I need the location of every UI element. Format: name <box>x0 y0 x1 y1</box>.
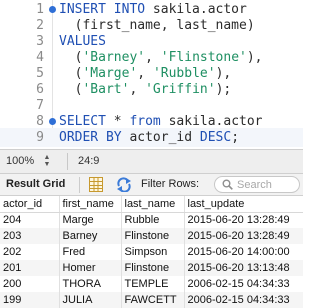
cell-first-name[interactable]: Fred <box>59 244 122 260</box>
cell-actor-id[interactable]: 203 <box>0 228 60 244</box>
zoom-level[interactable]: 100% <box>6 155 34 167</box>
sql-text: ( <box>59 66 83 81</box>
sql-keyword: VALUES <box>59 34 106 49</box>
cell-actor-id[interactable]: 201 <box>0 260 60 276</box>
search-icon <box>222 179 233 193</box>
sql-text: , <box>129 82 146 97</box>
cell-last-name[interactable]: TEMPLE <box>121 276 185 292</box>
cell-actor-id[interactable]: 199 <box>0 292 60 308</box>
table-row[interactable]: 204 Marge Rubble 2015-06-20 13:28:49 <box>0 212 303 228</box>
cell-last-name[interactable]: Rubble <box>121 212 185 228</box>
filter-search-box[interactable] <box>214 176 300 193</box>
cell-last-update[interactable]: 2006-02-15 04:34:33 <box>184 276 303 292</box>
cell-actor-id[interactable]: 202 <box>0 244 60 260</box>
sql-keyword: INSERT INTO <box>59 2 146 17</box>
sql-keyword: from <box>129 114 161 129</box>
sql-editor[interactable]: 1 INSERT INTO sakila.actor 2 (first_name, … <box>0 0 303 147</box>
cell-last-update[interactable]: 2006-02-15 04:34:33 <box>184 292 303 308</box>
statement-marker-icon <box>49 118 56 125</box>
cell-actor-id[interactable]: 200 <box>0 276 60 292</box>
cell-last-update[interactable]: 2015-06-20 13:13:48 <box>184 260 303 276</box>
sql-keyword: DESC <box>199 130 232 145</box>
sql-string: 'Griffin' <box>145 82 216 97</box>
editor-status-bar: 100% ▲ ▼ 24:9 <box>0 149 303 174</box>
result-toolbar: Result Grid Filter Rows: <box>0 174 303 196</box>
toolbar-divider <box>79 177 80 193</box>
sql-text: ); <box>215 82 232 97</box>
sql-string: 'Flinstone' <box>160 50 247 65</box>
column-header-last-name[interactable]: last_name <box>121 196 185 213</box>
sql-text: ( <box>59 50 83 65</box>
table-row[interactable]: 203 Barney Flinstone 2015-06-20 13:28:49 <box>0 228 303 244</box>
sql-text: (first_name, last_name) <box>59 18 255 33</box>
zoom-stepper-icon[interactable]: ▲ ▼ <box>43 154 51 168</box>
sql-text: , <box>137 66 153 81</box>
table-row[interactable]: 202 Fred Simpson 2015-06-20 14:00:00 <box>0 244 303 260</box>
cursor-position: 24:9 <box>78 155 100 167</box>
table-row[interactable]: 201 Homer Flinstone 2015-06-20 13:13:48 <box>0 260 303 276</box>
sql-string: 'Marge' <box>82 66 138 81</box>
cell-last-update[interactable]: 2015-06-20 14:00:00 <box>184 244 303 260</box>
cell-first-name[interactable]: Barney <box>59 228 122 244</box>
cell-first-name[interactable]: THORA <box>59 276 122 292</box>
column-header-first-name[interactable]: first_name <box>59 196 122 213</box>
sql-keyword: SELECT <box>59 114 106 129</box>
line-number: 9 <box>36 130 44 145</box>
column-header-actor-id[interactable]: actor_id <box>0 196 60 213</box>
table-row[interactable]: 200 THORA TEMPLE 2006-02-15 04:34:33 <box>0 276 303 292</box>
code-text: ORDER BY actor_id DESC; <box>59 128 239 147</box>
sql-text: ; <box>231 130 240 145</box>
cell-last-name[interactable]: FAWCETT <box>121 292 185 308</box>
code-line[interactable]: 9 ORDER BY actor_id DESC; <box>0 128 303 147</box>
cell-last-update[interactable]: 2015-06-20 13:28:49 <box>184 212 303 228</box>
sql-keyword: ORDER BY <box>59 130 122 145</box>
filter-search-input[interactable] <box>237 178 297 191</box>
cell-first-name[interactable]: Marge <box>59 212 122 228</box>
status-divider <box>67 153 68 170</box>
result-grid-label[interactable]: Result Grid <box>6 178 65 190</box>
sql-text: ), <box>246 50 263 65</box>
column-header-last-update[interactable]: last_update <box>184 196 303 213</box>
sql-text: ), <box>215 66 232 81</box>
cell-first-name[interactable]: JULIA <box>59 292 122 308</box>
sql-text: sakila.actor <box>160 114 263 129</box>
sql-string: 'Rubble' <box>152 66 216 81</box>
sql-string: 'Bart' <box>82 82 130 97</box>
sql-string: 'Barney' <box>82 50 146 65</box>
result-grid-table: actor_id first_name last_name last_updat… <box>0 196 303 308</box>
sql-text: sakila.actor <box>145 2 247 17</box>
sql-text: ( <box>59 82 83 97</box>
cell-last-name[interactable]: Simpson <box>121 244 185 260</box>
grid-header-row: actor_id first_name last_name last_updat… <box>0 196 303 213</box>
cell-last-name[interactable]: Flinstone <box>121 260 185 276</box>
filter-rows-label: Filter Rows: <box>141 178 200 190</box>
cell-last-update[interactable]: 2015-06-20 13:28:49 <box>184 228 303 244</box>
grid-layout-icon[interactable] <box>89 177 103 195</box>
cell-first-name[interactable]: Homer <box>59 260 122 276</box>
table-row[interactable]: 199 JULIA FAWCETT 2006-02-15 04:34:33 <box>0 292 303 308</box>
sql-text: * <box>105 114 130 129</box>
refresh-icon[interactable] <box>116 177 132 195</box>
cell-last-name[interactable]: Flinstone <box>121 228 185 244</box>
sql-text: actor_id <box>121 130 200 145</box>
statement-marker-icon <box>49 6 56 13</box>
sql-text: , <box>145 50 161 65</box>
cell-actor-id[interactable]: 204 <box>0 212 60 228</box>
